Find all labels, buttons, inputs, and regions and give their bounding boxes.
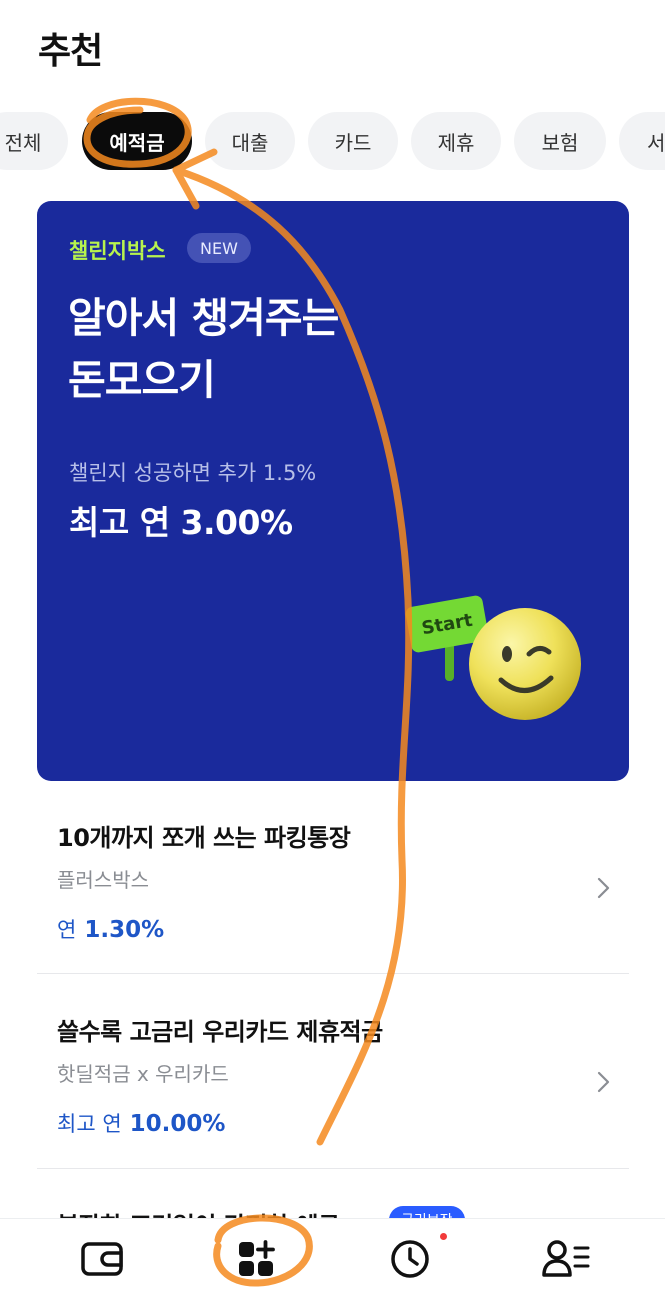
chip-partners[interactable]: 제휴 bbox=[411, 112, 501, 170]
banner-tag: 챌린지박스 bbox=[69, 239, 166, 263]
tab-history[interactable] bbox=[388, 1233, 447, 1281]
rate-prefix: 연 bbox=[57, 918, 77, 942]
rate-value: 10.00% bbox=[129, 1111, 226, 1137]
chip-loans[interactable]: 대출 bbox=[205, 112, 295, 170]
promo-banner[interactable]: 챌린지박스 NEW 알아서 챙겨주는 돈모으기 챌린지 성공하면 추가 1.5%… bbox=[37, 201, 629, 781]
wallet-icon bbox=[81, 1242, 123, 1276]
banner-headline: 알아서 챙겨주는 돈모으기 bbox=[68, 287, 339, 411]
product-subtitle: 플러스박스 bbox=[57, 868, 149, 892]
banner-headline-line1: 알아서 챙겨주는 bbox=[68, 294, 339, 342]
banner-rate: 최고 연 3.00% bbox=[69, 503, 293, 542]
tab-my[interactable] bbox=[542, 1237, 590, 1281]
rate-prefix: 최고 연 bbox=[57, 1112, 122, 1136]
profile-menu-icon bbox=[542, 1240, 590, 1277]
tab-products[interactable] bbox=[234, 1237, 278, 1281]
banner-headline-line2: 돈모으기 bbox=[68, 356, 216, 404]
product-title: 10개까지 쪼개 쓰는 파킹통장 bbox=[57, 824, 351, 852]
new-badge: NEW bbox=[187, 233, 251, 263]
chevron-right-icon bbox=[597, 1071, 610, 1093]
banner-subtitle: 챌린지 성공하면 추가 1.5% bbox=[69, 461, 317, 485]
notification-dot bbox=[440, 1233, 447, 1240]
category-chips: 전체 예적금 대출 카드 제휴 보험 서 bbox=[0, 112, 665, 170]
chevron-right-icon bbox=[597, 877, 610, 899]
product-item-card-savings[interactable]: 쓸수록 고금리 우리카드 제휴적금 핫딜적금 x 우리카드 최고 연 10.00% bbox=[37, 1012, 629, 1169]
header: 추천 bbox=[0, 0, 665, 80]
apps-add-icon bbox=[239, 1240, 275, 1276]
product-item-parking[interactable]: 10개까지 쪼개 쓰는 파킹통장 플러스박스 연 1.30% bbox=[37, 818, 629, 974]
page-title: 추천 bbox=[38, 31, 103, 72]
product-rate: 최고 연 10.00% bbox=[57, 1108, 225, 1138]
tab-wallet[interactable] bbox=[80, 1237, 124, 1281]
chip-cards[interactable]: 카드 bbox=[308, 112, 398, 170]
bottom-tab-bar bbox=[0, 1218, 665, 1292]
rate-value: 1.30% bbox=[84, 917, 165, 943]
clock-icon bbox=[391, 1240, 429, 1278]
chip-all[interactable]: 전체 bbox=[0, 112, 68, 170]
chip-savings[interactable]: 예적금 bbox=[82, 112, 192, 170]
winking-smiley-icon bbox=[469, 608, 581, 720]
product-rate: 연 1.30% bbox=[57, 914, 164, 944]
product-title: 쓸수록 고금리 우리카드 제휴적금 bbox=[57, 1018, 383, 1046]
chip-more[interactable]: 서 bbox=[619, 112, 665, 170]
chip-insurance[interactable]: 보험 bbox=[514, 112, 606, 170]
product-subtitle: 핫딜적금 x 우리카드 bbox=[57, 1062, 229, 1086]
